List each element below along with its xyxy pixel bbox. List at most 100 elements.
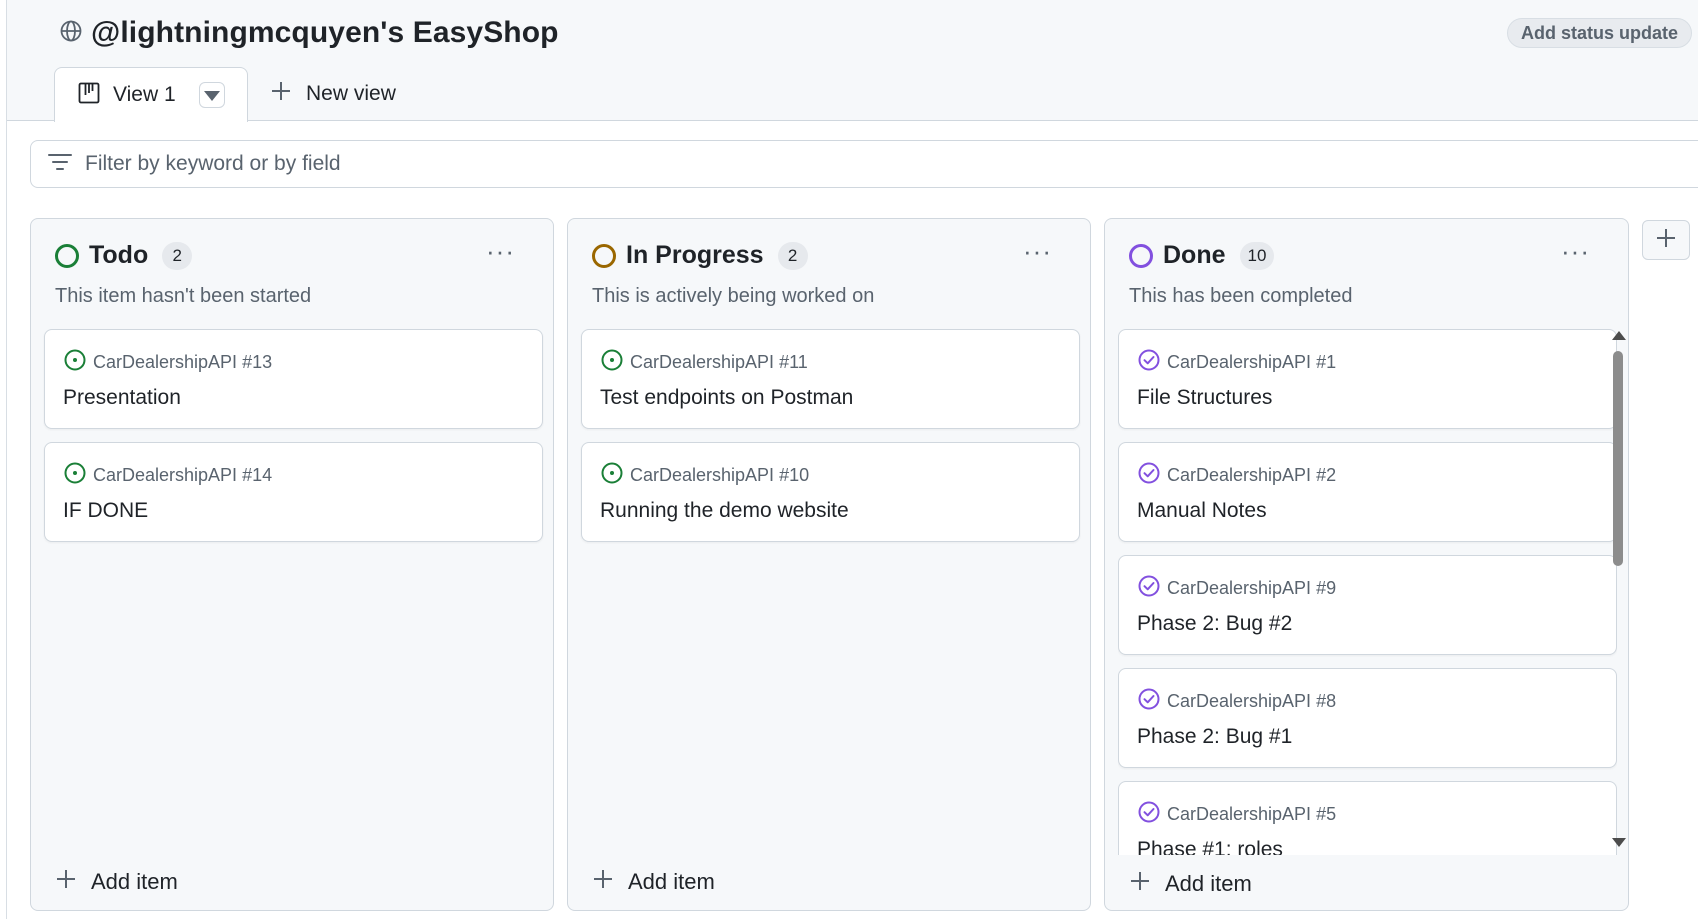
project-title: @lightningmcquyen's EasyShop	[91, 16, 559, 49]
new-view-button[interactable]: New view	[270, 67, 396, 121]
kebab-horizontal-icon: ···	[486, 236, 515, 266]
project-header: @lightningmcquyen's EasyShop Add status …	[7, 0, 1698, 122]
column-title: In Progress	[626, 241, 764, 269]
add-item-label: Add item	[1165, 871, 1252, 896]
column-description: This item hasn't been started	[55, 285, 312, 307]
card-reference[interactable]: CarDealershipAPI #8	[1167, 691, 1336, 712]
issue-open-icon	[63, 461, 87, 490]
new-view-label: New view	[306, 82, 396, 105]
tab-view-1-label: View 1	[113, 83, 176, 106]
status-circle-icon	[592, 243, 616, 268]
add-item-label: Add item	[91, 869, 178, 894]
filter-icon	[47, 149, 73, 180]
plus-icon	[1655, 227, 1677, 254]
filter-placeholder: Filter by keyword or by field	[85, 152, 341, 175]
card-title[interactable]: Phase 2: Bug #1	[1137, 725, 1292, 749]
project-title-row: @lightningmcquyen's EasyShop	[59, 16, 559, 50]
card-title[interactable]: IF DONE	[63, 499, 148, 523]
issue-open-icon	[600, 461, 624, 490]
issue-card[interactable]: CarDealershipAPI #14 IF DONE	[44, 442, 543, 542]
status-circle-icon	[1129, 243, 1153, 268]
issue-card[interactable]: CarDealershipAPI #11 Test endpoints on P…	[581, 329, 1080, 429]
scrollbar-thumb[interactable]	[1613, 351, 1623, 566]
column-menu-button[interactable]: ···	[1561, 238, 1590, 264]
card-meta: CarDealershipAPI #10	[600, 461, 809, 490]
board-view-icon	[77, 81, 101, 110]
card-title[interactable]: Running the demo website	[600, 499, 849, 523]
add-item-button[interactable]: Add item	[55, 868, 178, 896]
card-reference[interactable]: CarDealershipAPI #11	[630, 352, 808, 373]
card-reference[interactable]: CarDealershipAPI #14	[93, 465, 272, 486]
kebab-horizontal-icon: ···	[1023, 236, 1052, 266]
column-header: Done 10	[1129, 241, 1275, 270]
globe-icon	[59, 19, 83, 48]
card-reference[interactable]: CarDealershipAPI #1	[1167, 352, 1336, 373]
view-options-dropdown-button[interactable]	[199, 82, 225, 108]
add-item-button[interactable]: Add item	[1129, 870, 1252, 898]
issue-card[interactable]: CarDealershipAPI #13 Presentation	[44, 329, 543, 429]
issue-closed-icon	[1137, 687, 1161, 716]
card-meta: CarDealershipAPI #5	[1137, 800, 1336, 829]
card-reference[interactable]: CarDealershipAPI #10	[630, 465, 809, 486]
project-board-page: @lightningmcquyen's EasyShop Add status …	[0, 0, 1698, 919]
column-in-progress: In Progress 2 ··· This is actively being…	[567, 218, 1091, 911]
card-title[interactable]: Presentation	[63, 386, 181, 410]
card-reference[interactable]: CarDealershipAPI #13	[93, 352, 272, 373]
card-list: CarDealershipAPI #13 Presentation CarDea…	[44, 329, 543, 555]
column-menu-button[interactable]: ···	[486, 238, 515, 264]
column-description: This has been completed	[1129, 285, 1353, 307]
add-item-button[interactable]: Add item	[592, 868, 715, 896]
card-title[interactable]: Phase 2: Bug #2	[1137, 612, 1292, 636]
card-list: CarDealershipAPI #11 Test endpoints on P…	[581, 329, 1080, 555]
plus-icon	[592, 868, 614, 896]
card-meta: CarDealershipAPI #11	[600, 348, 808, 377]
kebab-horizontal-icon: ···	[1561, 236, 1590, 266]
card-title[interactable]: Test endpoints on Postman	[600, 386, 853, 410]
card-reference[interactable]: CarDealershipAPI #5	[1167, 804, 1336, 825]
column-done: Done 10 ··· This has been completed CarD…	[1104, 218, 1629, 911]
status-circle-icon	[55, 243, 79, 268]
column-todo: Todo 2 ··· This item hasn't been started…	[30, 218, 554, 911]
card-meta: CarDealershipAPI #13	[63, 348, 272, 377]
add-status-update-button[interactable]: Add status update	[1506, 18, 1692, 48]
issue-open-icon	[63, 348, 87, 377]
card-reference[interactable]: CarDealershipAPI #9	[1167, 578, 1336, 599]
column-description: This is actively being worked on	[592, 285, 875, 307]
issue-card[interactable]: CarDealershipAPI #9 Phase 2: Bug #2	[1118, 555, 1617, 655]
card-meta: CarDealershipAPI #8	[1137, 687, 1336, 716]
add-item-label: Add item	[628, 869, 715, 894]
tab-view-1[interactable]: View 1	[54, 67, 248, 122]
column-count-badge: 10	[1239, 241, 1275, 270]
card-title[interactable]: Manual Notes	[1137, 499, 1267, 523]
left-divider	[6, 0, 7, 919]
plus-icon	[1129, 870, 1151, 898]
column-header: Todo 2	[55, 241, 193, 270]
card-reference[interactable]: CarDealershipAPI #2	[1167, 465, 1336, 486]
card-meta: CarDealershipAPI #9	[1137, 574, 1336, 603]
card-meta: CarDealershipAPI #14	[63, 461, 272, 490]
issue-closed-icon	[1137, 574, 1161, 603]
issue-closed-icon	[1137, 461, 1161, 490]
view-tabs: View 1 New view	[54, 67, 396, 122]
column-header: In Progress 2	[592, 241, 808, 270]
scroll-down-arrow-icon[interactable]	[1612, 838, 1626, 847]
card-list: CarDealershipAPI #1 File Structures CarD…	[1118, 329, 1617, 855]
issue-card[interactable]: CarDealershipAPI #10 Running the demo we…	[581, 442, 1080, 542]
plus-icon	[55, 868, 77, 896]
plus-icon	[270, 80, 292, 108]
column-title: Done	[1163, 241, 1226, 269]
column-menu-button[interactable]: ···	[1023, 238, 1052, 264]
issue-card[interactable]: CarDealershipAPI #5 Phase #1: roles	[1118, 781, 1617, 855]
issue-closed-icon	[1137, 348, 1161, 377]
add-column-button[interactable]	[1642, 220, 1690, 260]
scroll-up-arrow-icon[interactable]	[1612, 331, 1626, 340]
card-title[interactable]: Phase #1: roles	[1137, 838, 1283, 855]
triangle-down-icon	[204, 91, 220, 101]
issue-card[interactable]: CarDealershipAPI #1 File Structures	[1118, 329, 1617, 429]
issue-card[interactable]: CarDealershipAPI #8 Phase 2: Bug #1	[1118, 668, 1617, 768]
column-count-badge: 2	[777, 241, 808, 270]
issue-card[interactable]: CarDealershipAPI #2 Manual Notes	[1118, 442, 1617, 542]
filter-input[interactable]: Filter by keyword or by field	[30, 140, 1698, 188]
card-title[interactable]: File Structures	[1137, 386, 1272, 410]
card-list-scrollbar[interactable]	[1610, 331, 1626, 847]
